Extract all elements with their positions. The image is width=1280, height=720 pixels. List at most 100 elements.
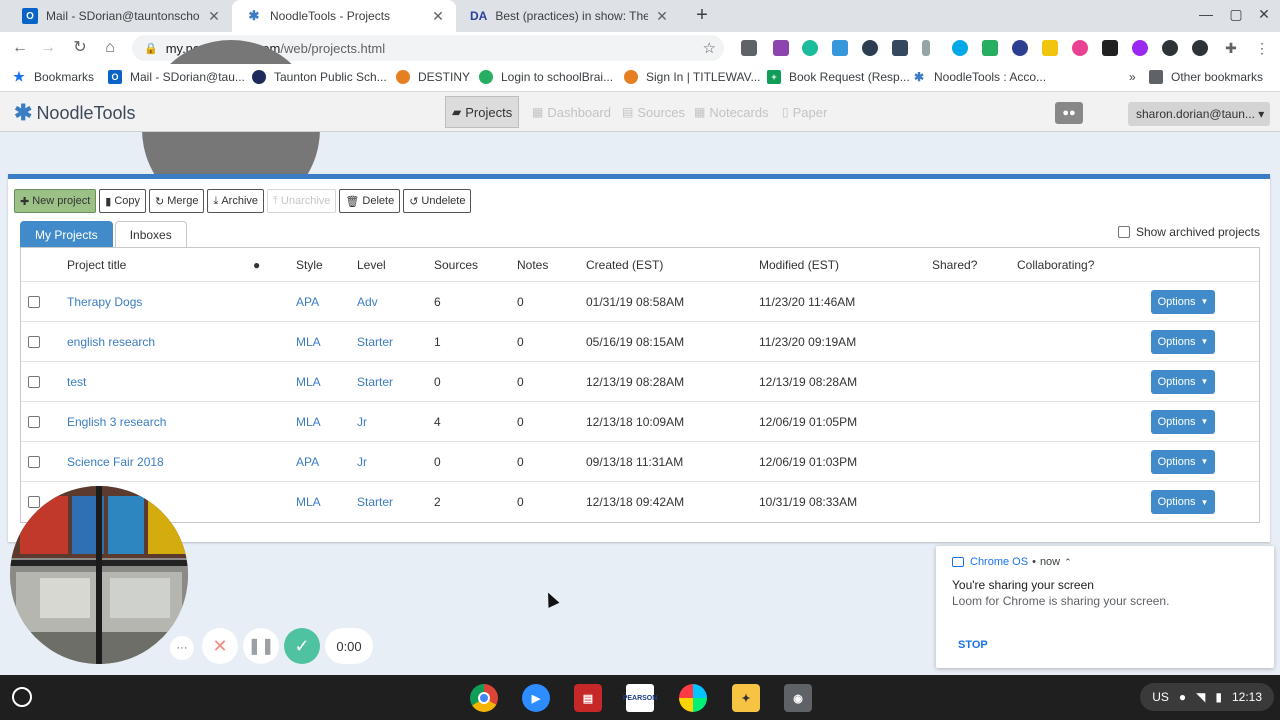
- extension-icon[interactable]: [892, 40, 908, 56]
- undelete-button[interactable]: ↺ Undelete: [403, 189, 472, 213]
- address-bar[interactable]: 🔒 my.noodletools.com/web/projects.html ■…: [132, 35, 724, 218]
- level-link[interactable]: Adv: [357, 282, 378, 321]
- bookmark-item[interactable]: DESTINY: [396, 70, 470, 84]
- stop-sharing-button[interactable]: STOP: [958, 639, 988, 651]
- menu-kebab-icon[interactable]: ⋮: [1252, 38, 1272, 58]
- unarchive-button[interactable]: ⤒ Unarchive: [267, 189, 337, 213]
- col-shared[interactable]: Shared?: [932, 248, 977, 281]
- style-link[interactable]: APA: [296, 282, 319, 321]
- nav-paper[interactable]: ▯ Paper: [776, 96, 833, 128]
- new-tab-button[interactable]: +: [690, 4, 714, 28]
- options-button[interactable]: Options ▼: [1151, 449, 1215, 474]
- play-store-app-icon[interactable]: [679, 684, 707, 712]
- row-checkbox[interactable]: [28, 455, 40, 468]
- col-notes[interactable]: Notes: [517, 248, 548, 281]
- extension-icon[interactable]: [1012, 40, 1028, 56]
- options-button[interactable]: Options ▼: [1151, 329, 1215, 354]
- col-created[interactable]: Created (EST): [586, 248, 663, 281]
- zoom-app-icon[interactable]: ▶: [522, 684, 550, 712]
- extension-icon[interactable]: [741, 40, 757, 56]
- forward-icon[interactable]: →: [38, 38, 58, 58]
- bookmark-item[interactable]: ✱ NoodleTools : Acco...: [912, 70, 1046, 84]
- minimize-icon[interactable]: —: [1196, 6, 1216, 22]
- system-tray[interactable]: US ● ◥ ▮ 12:13: [1140, 683, 1274, 711]
- bookmark-item[interactable]: O Mail - SDorian@tau...: [108, 70, 245, 84]
- level-link[interactable]: Starter: [357, 322, 393, 361]
- archive-button[interactable]: ⤓ Archive: [207, 189, 265, 213]
- close-window-icon[interactable]: ✕: [1254, 6, 1274, 23]
- screencastify-app-icon[interactable]: ▤: [574, 684, 602, 712]
- show-archived-checkbox[interactable]: [1117, 226, 1130, 238]
- webcam-bubble[interactable]: [10, 486, 188, 664]
- style-link[interactable]: APA: [296, 442, 319, 481]
- project-title-link[interactable]: Science Fair 2018: [67, 442, 164, 481]
- extension-icon[interactable]: [982, 40, 998, 56]
- col-sources[interactable]: Sources: [434, 248, 478, 281]
- cancel-recording-button[interactable]: ✕: [202, 628, 238, 664]
- level-link[interactable]: Starter: [357, 482, 393, 522]
- extension-icon[interactable]: [922, 40, 930, 56]
- user-menu-button[interactable]: sharon.dorian@taun... ▾: [1128, 102, 1270, 126]
- other-bookmarks[interactable]: Other bookmarks: [1149, 70, 1263, 84]
- back-icon[interactable]: ←: [10, 38, 30, 58]
- col-level[interactable]: Level: [357, 248, 386, 281]
- bookmark-item[interactable]: Sign In | TITLEWAV...: [624, 70, 761, 84]
- chrome-app-icon[interactable]: [470, 684, 498, 712]
- bookmark-item[interactable]: Login to schoolBrai...: [479, 70, 613, 84]
- nav-sources[interactable]: ▤ Sources: [616, 96, 691, 128]
- project-title-link[interactable]: English 3 research: [67, 402, 166, 441]
- tab-best-practices[interactable]: DA Best (practices) in show: Therap ✕: [456, 0, 680, 32]
- row-checkbox[interactable]: [28, 496, 40, 508]
- camera-app-icon[interactable]: ◉: [784, 684, 812, 712]
- col-modified[interactable]: Modified (EST): [759, 248, 839, 281]
- options-button[interactable]: Options ▼: [1151, 289, 1215, 314]
- level-link[interactable]: Starter: [357, 362, 393, 401]
- nav-notecards[interactable]: ▦ Notecards: [688, 96, 775, 128]
- close-icon[interactable]: ✕: [206, 8, 222, 25]
- home-icon[interactable]: ⌂: [100, 38, 120, 58]
- options-button[interactable]: Options ▼: [1151, 409, 1215, 434]
- extension-icon[interactable]: [832, 40, 848, 56]
- testnav-app-icon[interactable]: PEARSON: [623, 684, 657, 712]
- nav-projects[interactable]: ▰ Projects: [445, 96, 520, 128]
- bookmark-item[interactable]: ★ Bookmarks: [12, 69, 94, 84]
- show-archived-toggle[interactable]: Show archived projects: [1117, 225, 1260, 239]
- finish-recording-button[interactable]: ✓: [284, 628, 320, 664]
- bookmark-star-icon[interactable]: ☆: [703, 39, 716, 57]
- copy-button[interactable]: ▮ Copy: [99, 189, 147, 213]
- chevron-up-icon[interactable]: ⌃: [1064, 557, 1072, 568]
- row-checkbox[interactable]: [28, 335, 40, 348]
- project-title-link[interactable]: test: [67, 362, 86, 401]
- more-options-button[interactable]: ···: [170, 636, 194, 660]
- options-button[interactable]: Options ▼: [1151, 490, 1215, 514]
- col-style[interactable]: Style: [296, 248, 323, 281]
- merge-button[interactable]: ↻ Merge: [149, 189, 205, 213]
- extension-icon[interactable]: [1192, 40, 1208, 56]
- extension-icon[interactable]: [773, 40, 789, 56]
- tab-inboxes[interactable]: Inboxes: [114, 221, 187, 247]
- close-icon[interactable]: ✕: [430, 8, 446, 25]
- chat-button[interactable]: ●●: [1055, 102, 1083, 124]
- pause-recording-button[interactable]: ❚❚: [243, 628, 279, 664]
- row-checkbox[interactable]: [28, 415, 40, 428]
- style-link[interactable]: MLA: [296, 402, 321, 441]
- new-project-button[interactable]: ✚ New project: [14, 189, 97, 213]
- row-checkbox[interactable]: [28, 375, 40, 388]
- extension-icon[interactable]: [802, 40, 818, 56]
- extension-icon[interactable]: [1132, 40, 1148, 56]
- style-link[interactable]: MLA: [296, 322, 321, 361]
- options-button[interactable]: Options ▼: [1151, 369, 1215, 394]
- extension-icon[interactable]: [952, 40, 968, 56]
- nav-dashboard[interactable]: ▦ Dashboard: [526, 96, 617, 128]
- close-icon[interactable]: ✕: [654, 8, 670, 25]
- style-link[interactable]: MLA: [296, 482, 321, 522]
- tab-my-projects[interactable]: My Projects: [20, 221, 113, 247]
- bookmarks-overflow[interactable]: »: [1129, 70, 1136, 84]
- launcher-icon[interactable]: [12, 687, 32, 707]
- noodletools-logo[interactable]: ✱ NoodleTools: [14, 100, 136, 126]
- bookmark-item[interactable]: Taunton Public Sch...: [252, 70, 387, 84]
- project-title-link[interactable]: Therapy Dogs: [67, 282, 142, 321]
- delete-button[interactable]: 🗑 Delete: [339, 189, 401, 213]
- extension-icon[interactable]: [1042, 40, 1058, 56]
- col-collaborating[interactable]: Collaborating?: [1017, 248, 1094, 281]
